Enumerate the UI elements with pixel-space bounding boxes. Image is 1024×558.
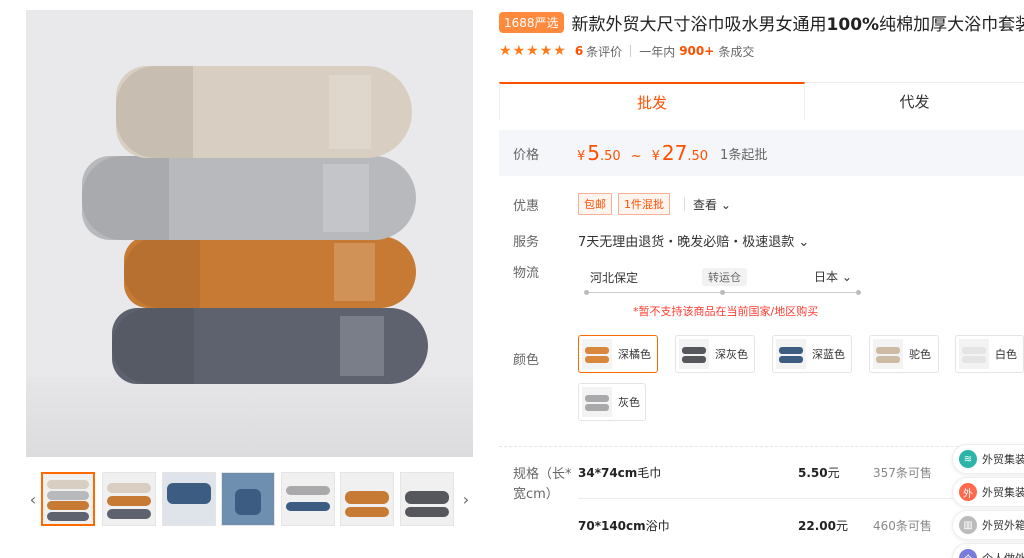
purchase-tabs: 批发 代发 (499, 82, 1024, 120)
chevron-down-icon: ⌄ (720, 197, 731, 212)
personal-icon: 个 (959, 549, 977, 558)
thumbnail-1[interactable] (41, 472, 95, 526)
spec-name: 70*140cm浴巾 (578, 519, 670, 533)
box-icon: ▥ (959, 516, 977, 534)
rating-divider (630, 45, 632, 57)
discount-label: 优惠 (513, 198, 540, 214)
title-row: 1688严选 新款外贸大尺寸浴巾吸水男女通用100%纯棉加厚大浴巾套装 (499, 10, 1024, 35)
service-text[interactable]: 7天无理由退货・晚发必赔・极速退款 ⌄ (578, 231, 809, 250)
tab-wholesale[interactable]: 批发 (499, 82, 805, 120)
service-row: 服务 7天无理由退货・晚发必赔・极速退款 ⌄ (513, 230, 809, 250)
deal-label: 条成交 (718, 44, 755, 59)
image-floor (26, 377, 473, 457)
color-option-dark-orange[interactable]: 深橘色 (578, 335, 658, 373)
chevron-down-icon: ⌄ (841, 270, 852, 284)
price-range: ¥5.50 ~ ¥27.50 (577, 141, 709, 165)
swatch-image (582, 339, 612, 369)
color-option-gray[interactable]: 灰色 (578, 383, 646, 421)
tab-dropship[interactable]: 代发 (805, 82, 1024, 120)
review-label[interactable]: 条评价 (586, 43, 622, 60)
color-option-dark-blue[interactable]: 深蓝色 (772, 335, 852, 373)
discount-row: 优惠 包邮 1件混批 查看 ⌄ (513, 193, 731, 215)
mixed-batch-tag: 1件混批 (618, 193, 670, 215)
towel-orange (124, 236, 416, 308)
spec-stock: 357条可售 (873, 466, 932, 480)
thumb-prev-icon[interactable]: ‹ (26, 472, 40, 526)
star-icon: ★ (499, 43, 512, 59)
price-band: 价格 ¥5.50 ~ ¥27.50 1条起批 (499, 130, 1024, 176)
thumbnail-4[interactable] (221, 472, 275, 526)
chevron-down-icon: ⌄ (798, 234, 810, 250)
float-item-outer-box[interactable]: ▥ 外贸外箱 (952, 510, 1024, 540)
swatch-image (959, 339, 989, 369)
color-label-row: 颜色 (513, 348, 539, 368)
region-warning: *暂不支持该商品在当前国家/地区购买 (633, 305, 819, 318)
spec-price: 22.00元 (798, 519, 848, 533)
swatch-image (776, 339, 806, 369)
towel-gray (82, 156, 416, 240)
star-icon: ★ (512, 43, 526, 59)
color-option-dark-gray[interactable]: 深灰色 (675, 335, 755, 373)
product-page: ‹ › 1688严选 新款外贸大尺寸浴巾吸水男女通用100%纯棉加厚大浴巾套装 … (0, 0, 1024, 558)
foreign-trade-icon: 外 (959, 483, 977, 501)
logistics-label: 物流 (513, 265, 540, 281)
spec-name: 34*74cm毛巾 (578, 466, 662, 480)
towel-navy (112, 308, 428, 384)
spec-row[interactable]: 70*140cm浴巾 22.00元 460条可售 (578, 511, 958, 541)
product-title: 新款外贸大尺寸浴巾吸水男女通用100%纯棉加厚大浴巾套装 (571, 14, 1024, 35)
star-icon: ★ (526, 43, 539, 59)
service-label: 服务 (513, 234, 540, 250)
color-option-white[interactable]: 白色 (955, 335, 1024, 373)
thumbnail-2[interactable] (102, 472, 156, 526)
spec-stock: 460条可售 (873, 519, 932, 533)
swatch-image (582, 387, 612, 417)
transit-warehouse: 转运仓 (702, 268, 747, 286)
towel-beige (116, 66, 412, 158)
free-shipping-tag: 包邮 (578, 193, 612, 215)
float-item-container-1[interactable]: ≋ 外贸集装 (952, 444, 1024, 474)
color-label: 颜色 (513, 352, 540, 368)
logistics-route: 河北保定 转运仓 日本 ⌄ (578, 264, 868, 298)
review-count[interactable]: 6 (575, 44, 583, 58)
ship-to-select[interactable]: 日本 ⌄ (814, 268, 852, 285)
main-product-image[interactable] (26, 10, 473, 457)
swatch-image (873, 339, 903, 369)
spec-label: 规格（长*宽cm） (513, 467, 572, 502)
deal-count: 900+ (679, 44, 715, 58)
thumb-next-icon[interactable]: › (459, 472, 473, 526)
ship-icon: ≋ (959, 450, 977, 468)
thumbnail-6[interactable] (340, 472, 394, 526)
thumbnail-5[interactable] (281, 472, 335, 526)
thumbnail-3[interactable] (162, 472, 216, 526)
thumbnail-7[interactable] (400, 472, 454, 526)
spec-row[interactable]: 34*74cm毛巾 5.50元 357条可售 (578, 458, 958, 488)
price-label: 价格 (513, 147, 540, 163)
floating-service-panel: ≋ 外贸集装 外 外贸集装 ▥ 外贸外箱 个 个人做外 (952, 444, 1024, 558)
section-divider (499, 446, 1024, 447)
thumbnail-strip: ‹ › (26, 472, 473, 526)
spec-price: 5.50元 (798, 466, 840, 480)
yanxuan-badge: 1688严选 (499, 11, 564, 33)
swatch-image (679, 339, 709, 369)
star-icon: ★ (539, 43, 553, 59)
float-item-personal[interactable]: 个 个人做外 (952, 543, 1024, 558)
rating-row: ★ ★ ★ ★ ★ 6 条评价 一年内 900+ 条成交 (499, 42, 754, 60)
discount-view-link[interactable]: 查看 ⌄ (693, 196, 731, 213)
logistics-label-row: 物流 (513, 261, 539, 281)
float-item-container-2[interactable]: 外 外贸集装 (952, 477, 1024, 507)
color-option-camel[interactable]: 驼色 (869, 335, 939, 373)
period-label: 一年内 (639, 44, 676, 59)
ship-from: 河北保定 (590, 271, 639, 285)
min-order: 1条起批 (720, 147, 768, 163)
star-icon: ★ (553, 43, 566, 59)
